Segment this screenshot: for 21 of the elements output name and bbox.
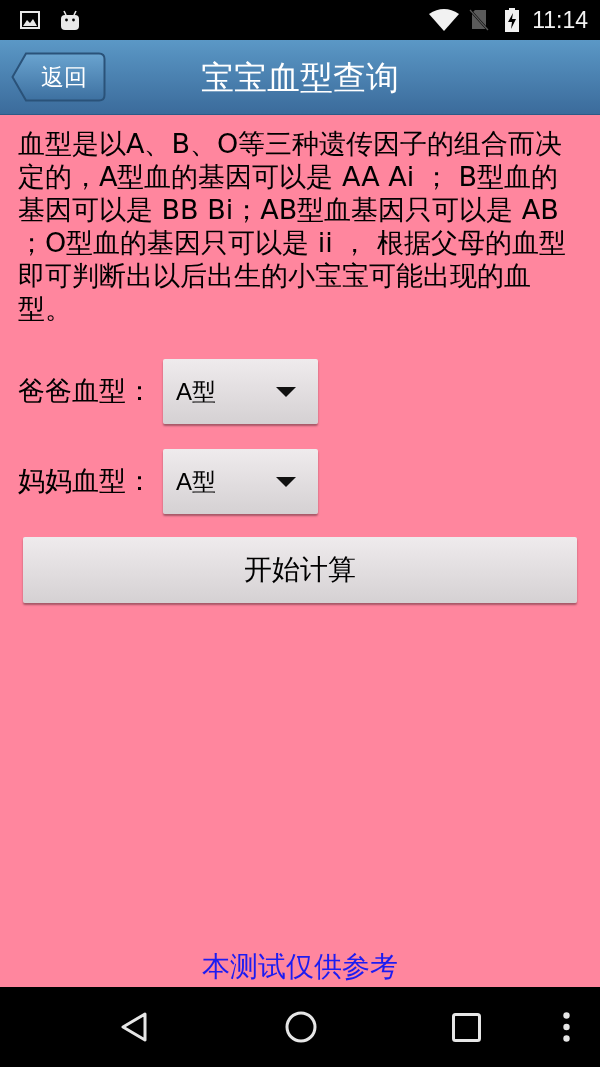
dropdown-triangle-icon xyxy=(276,476,296,487)
dropdown-triangle-icon xyxy=(276,386,296,397)
recents-icon[interactable] xyxy=(452,1012,481,1042)
no-sim-icon xyxy=(469,9,490,31)
back-icon[interactable] xyxy=(119,1011,149,1043)
back-button[interactable]: 返回 xyxy=(11,52,106,102)
page-title: 宝宝血型查询 xyxy=(201,60,399,94)
calculate-button[interactable]: 开始计算 xyxy=(23,537,577,603)
home-icon[interactable] xyxy=(285,1011,317,1043)
field-label: 妈妈血型： xyxy=(17,465,154,499)
blood-type-dropdown[interactable]: A型 xyxy=(163,449,318,514)
blood-type-dropdown[interactable]: A型 xyxy=(163,359,318,424)
wifi-icon xyxy=(429,9,460,31)
field-label: 爸爸血型： xyxy=(17,375,154,409)
more-options-icon[interactable] xyxy=(563,1012,570,1042)
battery-charging-icon xyxy=(505,8,520,32)
blood-type-description: 血型是以A、B、O等三种遗传因子的组合而决定的，A型血的基因可以是 AA Ai ； B型血的基因可以是 BB Bi；AB型血基因只可以是 AB ；O型血的基因只可以是 ii ， 根据父母的血型即可判断出以后出生的小宝宝可能出现的血型。 xyxy=(18,127,567,325)
clock-time: 11:14 xyxy=(532,8,588,32)
robot-icon xyxy=(60,9,80,31)
disclaimer-text: 本测试仅供参考 xyxy=(202,950,398,984)
image-icon xyxy=(20,11,40,29)
